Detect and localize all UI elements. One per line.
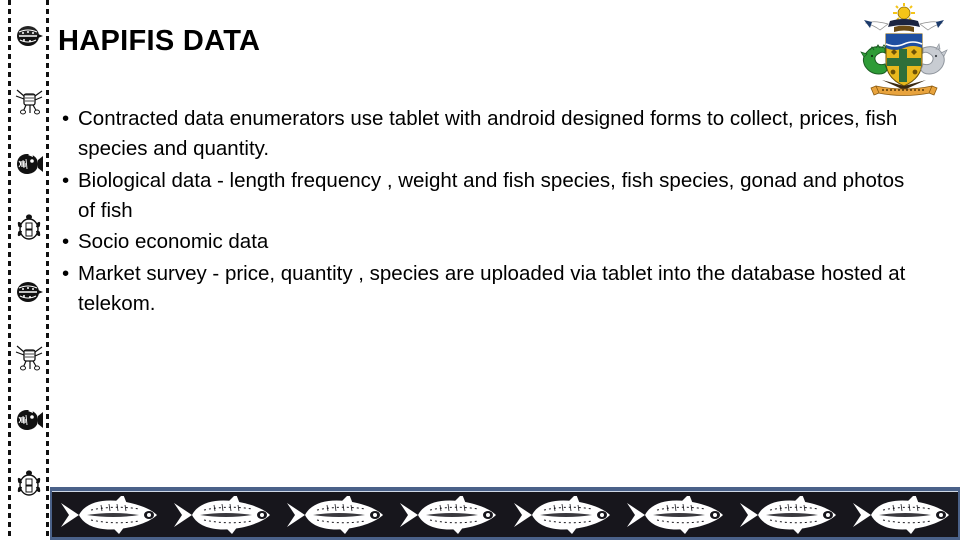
bullet-marker-icon: • xyxy=(62,230,70,254)
strip-dashed-edge-right xyxy=(46,0,49,540)
bullet-marker-icon: • xyxy=(62,261,70,285)
turtle-motif-icon xyxy=(13,452,45,516)
fish-strip-banner xyxy=(50,487,960,540)
strip-dashed-edge-left xyxy=(8,0,11,540)
list-item: • Market survey - price, quantity , spec… xyxy=(58,259,920,320)
bullet-text: Contracted data enumerators use tablet w… xyxy=(78,107,898,161)
banner-fish-icon xyxy=(165,492,278,537)
list-item: • Biological data - length frequency , w… xyxy=(58,166,920,227)
banner-fish-icon xyxy=(618,492,731,537)
bullet-text: Market survey - price, quantity , specie… xyxy=(78,261,906,315)
shell-motif-icon xyxy=(13,260,45,324)
fish-motif-icon xyxy=(13,132,45,196)
shell-motif-icon xyxy=(13,4,45,68)
banner-fish-icon xyxy=(52,492,165,537)
solomon-islands-coat-of-arms-icon xyxy=(852,0,956,98)
banner-fish-icon xyxy=(505,492,618,537)
list-item: • Socio economic data xyxy=(58,227,920,257)
slide-canvas: HAPIFIS DATA • Contracted data enumerato… xyxy=(0,0,960,540)
bullet-marker-icon: • xyxy=(62,168,70,192)
bullet-text: Socio economic data xyxy=(78,230,269,254)
turtle-motif-icon xyxy=(13,196,45,260)
bullet-text: Biological data - length frequency , wei… xyxy=(78,168,905,222)
crab-motif-icon xyxy=(13,324,45,388)
fish-motif-icon xyxy=(13,388,45,452)
crab-motif-icon xyxy=(13,68,45,132)
strip-motif-column xyxy=(12,0,45,540)
fish-banner-inner xyxy=(52,491,958,537)
list-item: • Contracted data enumerators use tablet… xyxy=(58,104,920,165)
bullet-list: • Contracted data enumerators use tablet… xyxy=(58,104,920,320)
left-decorative-strip xyxy=(8,0,49,540)
page-title: HAPIFIS DATA xyxy=(58,25,261,57)
banner-fish-icon xyxy=(279,492,392,537)
banner-fish-icon xyxy=(392,492,505,537)
bullet-marker-icon: • xyxy=(62,107,70,130)
banner-fish-icon xyxy=(845,492,958,537)
banner-fish-icon xyxy=(732,492,845,537)
